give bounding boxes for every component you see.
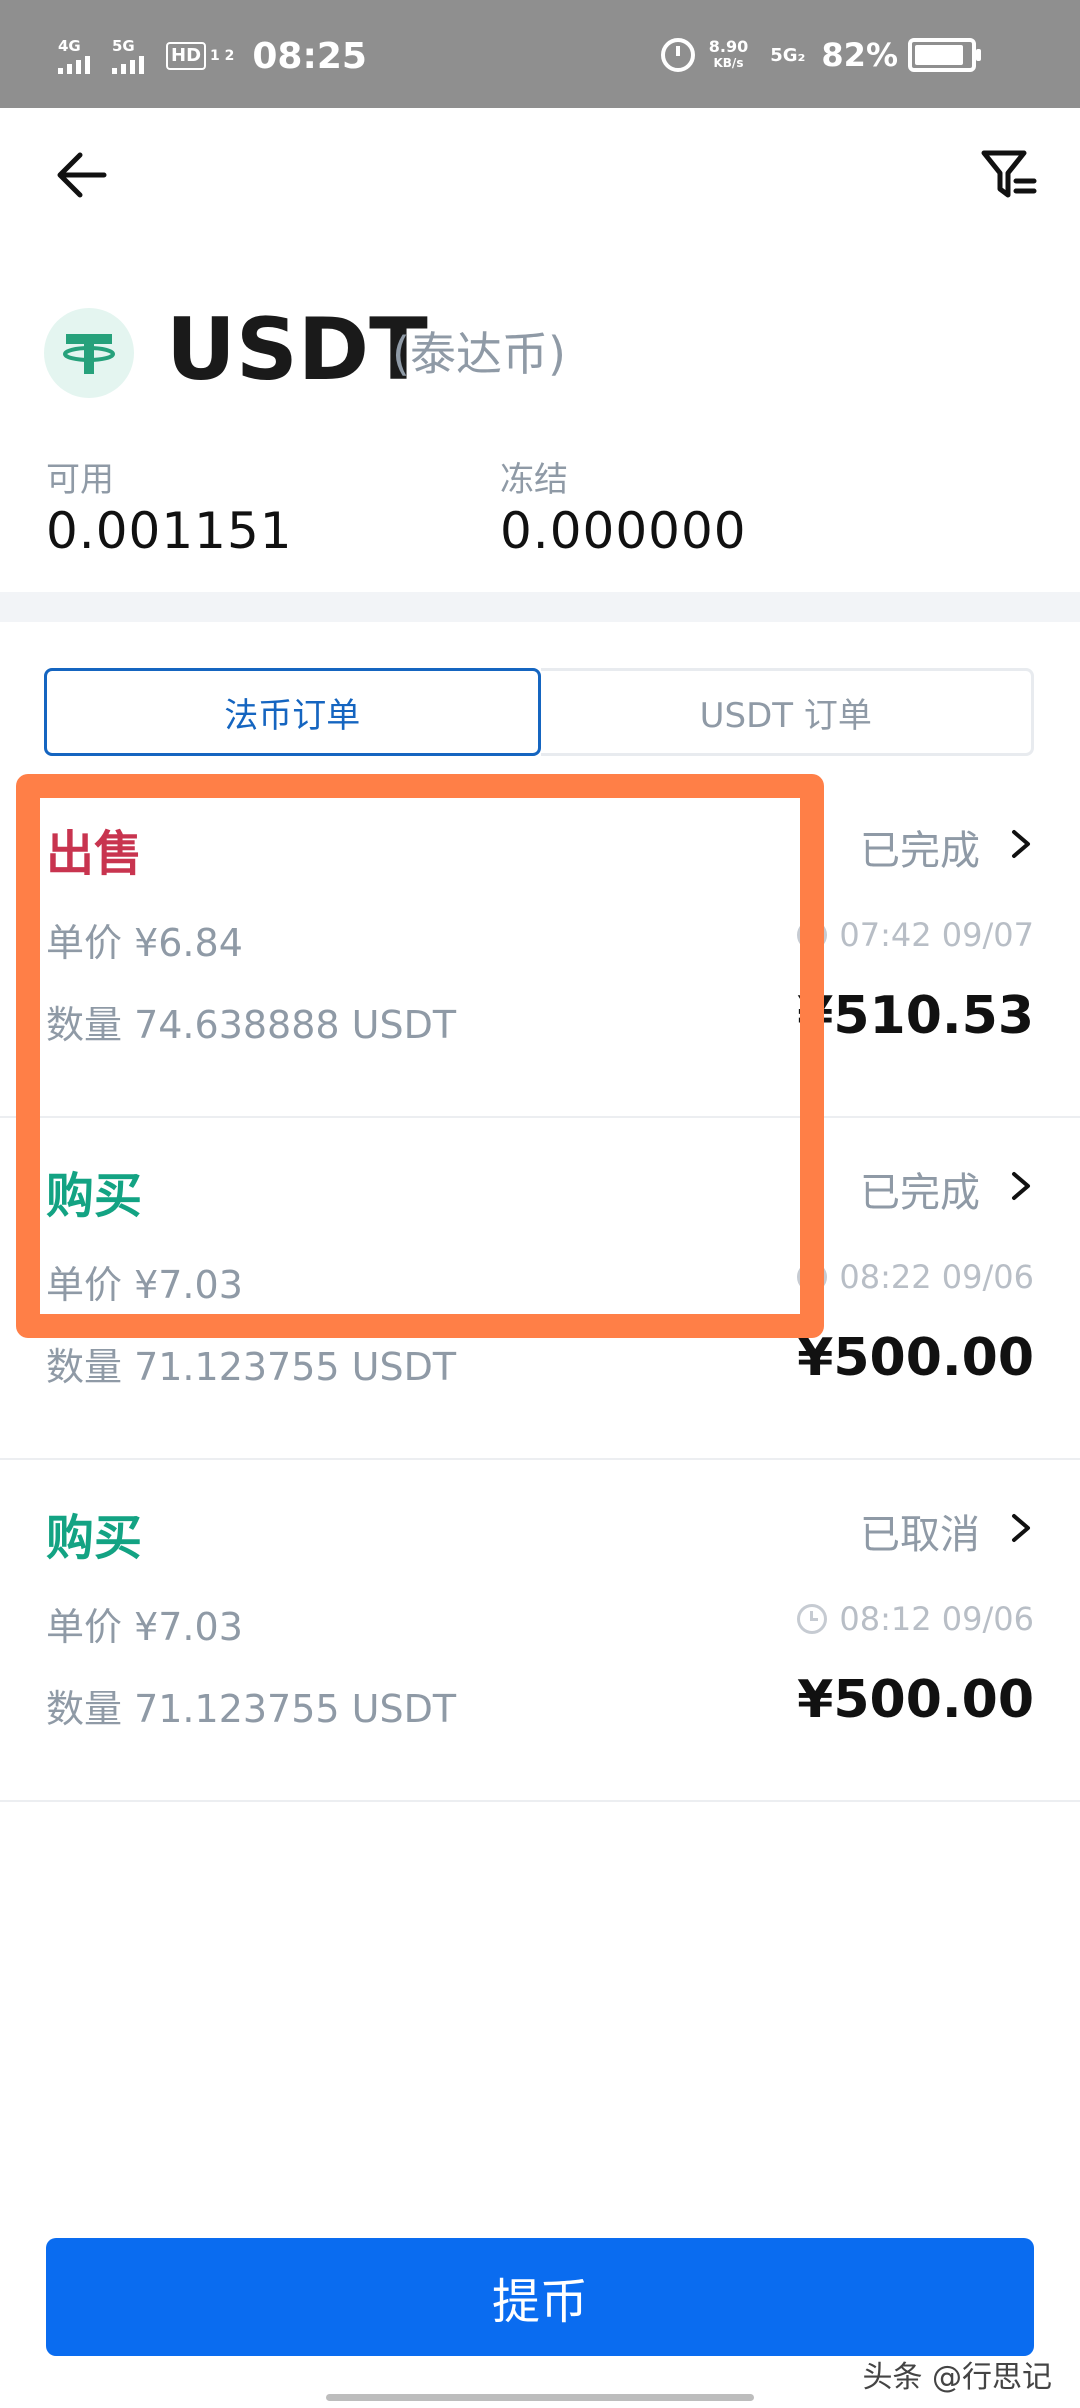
signal-bars-icon — [112, 54, 144, 74]
tab-fiat-orders[interactable]: 法币订单 — [44, 668, 541, 756]
available-label: 可用 — [46, 460, 114, 500]
battery-percent: 82% — [821, 36, 898, 74]
hd-sub-label: 1 2 — [210, 48, 235, 64]
network-type-label: 4G — [58, 37, 81, 55]
tab-usdt-orders[interactable]: USDT 订单 — [540, 668, 1034, 756]
chevron-right-icon — [1008, 828, 1034, 860]
battery-icon — [908, 38, 981, 72]
clock-time: 08:25 — [252, 35, 367, 77]
home-indicator[interactable] — [326, 2394, 754, 2401]
order-status: 已完成 — [860, 828, 980, 874]
order-amount: ¥500.00 — [797, 1670, 1034, 1730]
chevron-right-icon — [1008, 1512, 1034, 1544]
order-quantity: 数量 71.123755 USDT — [46, 1687, 457, 1731]
watermark-text: 头条 @行思记 — [862, 2360, 1052, 2395]
order-time-text: 07:42 09/07 — [839, 916, 1034, 954]
coin-full-name: (泰达币) — [392, 327, 566, 381]
section-divider — [0, 592, 1080, 622]
clock-icon — [797, 1604, 828, 1634]
order-type: 购买 — [46, 1510, 143, 1566]
available-value: 0.001151 — [46, 502, 293, 560]
signal-5g: 5G — [112, 38, 144, 74]
filter-icon[interactable] — [978, 145, 1038, 205]
order-time: 08:22 09/06 — [797, 1258, 1034, 1296]
order-amount: ¥500.00 — [797, 1328, 1034, 1388]
back-arrow-icon[interactable] — [52, 145, 112, 205]
frozen-value: 0.000000 — [500, 502, 747, 560]
alarm-icon — [660, 38, 695, 72]
order-row[interactable]: 购买 已取消 单价 ¥7.03 数量 71.123755 USDT 08:12 … — [0, 1458, 1080, 1802]
order-status: 已完成 — [860, 1170, 980, 1216]
order-time-text: 08:22 09/06 — [839, 1258, 1034, 1296]
order-time-text: 08:12 09/06 — [839, 1600, 1034, 1638]
network-type-label: 5G — [112, 37, 135, 55]
frozen-label: 冻结 — [500, 460, 568, 500]
order-quantity: 数量 71.123755 USDT — [46, 1345, 457, 1389]
5g-icon: 5G₂ — [770, 44, 806, 66]
order-tabs: 法币订单 USDT 订单 — [44, 668, 1034, 756]
network-speed: 8.90 KB/s — [709, 38, 748, 72]
order-price: 单价 ¥7.03 — [46, 1605, 243, 1649]
speed-value: 8.90 — [708, 37, 749, 56]
order-status: 已取消 — [860, 1512, 980, 1558]
signal-4g: 4G — [58, 38, 90, 74]
usdt-logo-icon — [44, 308, 134, 398]
order-time: 07:42 09/07 — [797, 916, 1034, 954]
order-time: 08:12 09/06 — [797, 1600, 1034, 1638]
order-amount: ¥510.53 — [797, 986, 1034, 1046]
hd-voice-icon: HD — [166, 42, 207, 70]
coin-symbol: USDT — [166, 300, 428, 400]
speed-unit: KB/s — [713, 56, 744, 70]
chevron-right-icon — [1008, 1170, 1034, 1202]
status-bar: 4G 5G HD 1 2 08:25 8.90 KB/s 5G₂ 82% — [0, 0, 1080, 108]
highlight-annotation-box — [16, 774, 824, 1338]
withdraw-button[interactable]: 提币 — [46, 2238, 1034, 2356]
signal-bars-icon — [58, 54, 90, 74]
